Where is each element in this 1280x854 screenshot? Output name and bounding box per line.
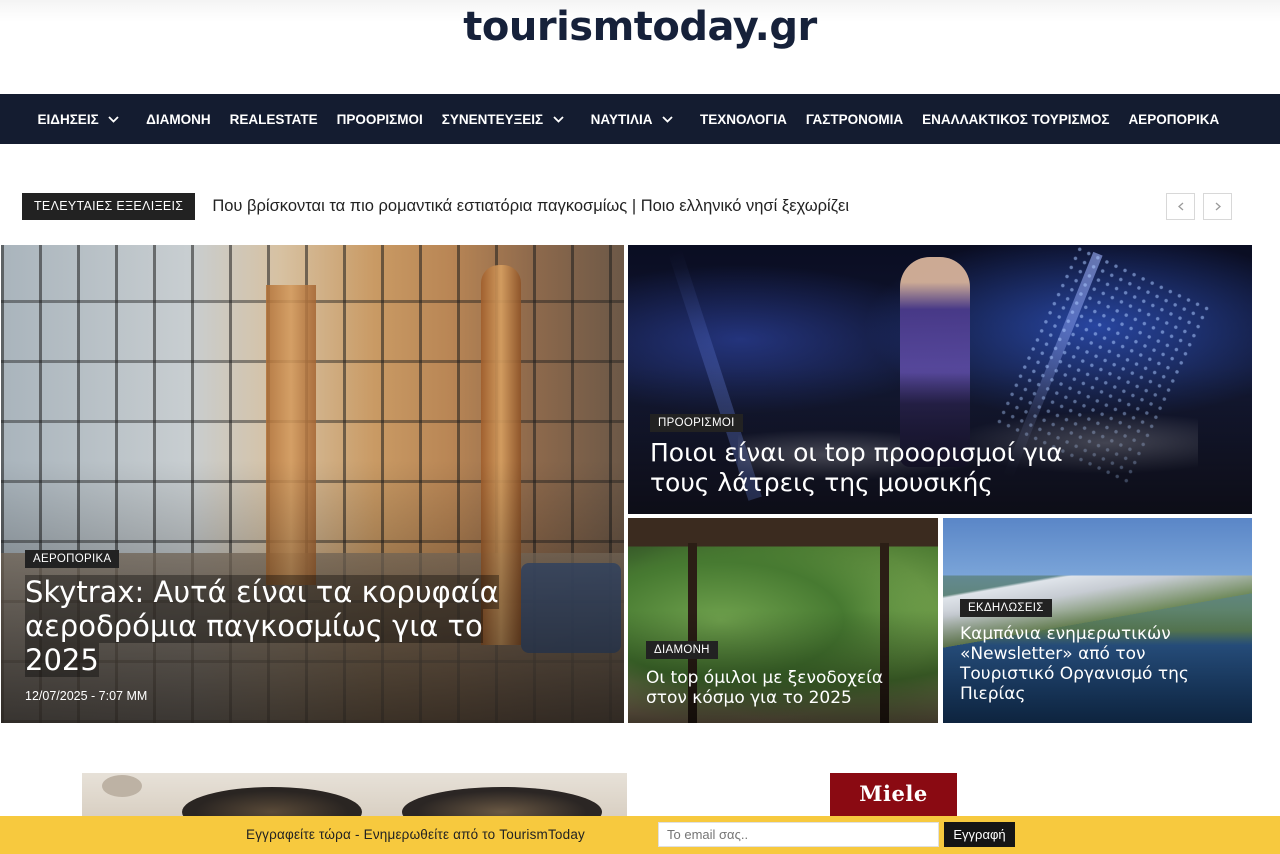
site-header: tourismtoday.gr: [0, 0, 1280, 94]
article-title[interactable]: Οι top όμιλοι με ξενοδοχεία στον κόσμο γ…: [646, 668, 926, 708]
nav-item-label: ΑΕΡΟΠΟΡΙΚΑ: [1128, 111, 1220, 127]
nav-item-label: ΕΙΔΗΣΕΙΣ: [37, 111, 99, 127]
ticker-controls: [1166, 193, 1232, 220]
main-nav: ΕΙΔΗΣΕΙΣ ΔΙΑΜΟΝΗ REALESTATE ΠΡΟΟΡΙΣΜΟΙ Σ…: [0, 94, 1280, 144]
nav-item-news[interactable]: ΕΙΔΗΣΕΙΣ: [28, 94, 137, 144]
ticker-label: ΤΕΛΕΥΤΑΙΕΣ ΕΞΕΛΙΞΕΙΣ: [22, 193, 196, 220]
nav-item-shipping[interactable]: ΝΑΥΤΙΛΙΑ: [581, 94, 690, 144]
featured-article-main[interactable]: ΑΕΡΟΠΟΡΙΚΑ Skytrax: Αυτά είναι τα κορυφα…: [1, 245, 624, 723]
news-ticker: ΤΕΛΕΥΤΑΙΕΣ ΕΞΕΛΙΞΕΙΣ Που βρίσκονται τα π…: [22, 193, 1232, 220]
miele-logo: Miele: [859, 781, 928, 806]
article-date: 12/07/2025 - 7:07 ΜΜ: [25, 689, 148, 703]
featured-article-hotels[interactable]: ΔΙΑΜΟΝΗ Οι top όμιλοι με ξενοδοχεία στον…: [628, 518, 938, 723]
chevron-left-icon: [1177, 200, 1184, 214]
nav-item-label: ΕΝΑΛΛΑΚΤΙΚΟΣ ΤΟΥΡΙΣΜΟΣ: [922, 111, 1110, 127]
nav-item-label: REALESTATE: [229, 111, 318, 127]
nav-item-alternative-tourism[interactable]: ΕΝΑΛΛΑΚΤΙΚΟΣ ΤΟΥΡΙΣΜΟΣ: [913, 94, 1119, 144]
nav-item-label: ΤΕΧΝΟΛΟΓΙΑ: [699, 111, 787, 127]
nav-item-gastronomy[interactable]: ΓΑΣΤΡΟΝΟΜΙΑ: [796, 94, 912, 144]
chevron-down-icon: [551, 112, 565, 126]
category-badge[interactable]: ΕΚΔΗΛΩΣΕΙΣ: [960, 599, 1052, 617]
category-badge[interactable]: ΑΕΡΟΠΟΡΙΚΑ: [25, 550, 120, 568]
chevron-right-icon: [1215, 200, 1221, 214]
newsletter-subscribe-button[interactable]: Εγγραφή: [944, 822, 1015, 847]
newsletter-bar: Εγγραφείτε τώρα - Ενημερωθείτε από το To…: [0, 816, 1280, 854]
nav-item-label: ΣΥΝΕΝΤΕΥΞΕΙΣ: [441, 111, 544, 127]
ticker-next-button[interactable]: [1203, 193, 1232, 220]
chevron-down-icon: [107, 112, 121, 126]
nav-item-aviation[interactable]: ΑΕΡΟΠΟΡΙΚΑ: [1119, 94, 1229, 144]
ticker-prev-button[interactable]: [1166, 193, 1195, 220]
featured-article-music[interactable]: ΠΡΟΟΡΙΣΜΟΙ Ποιοι είναι οι top προορισμοί…: [628, 245, 1252, 514]
article-title[interactable]: Καμπάνια ενημερωτικών «Newsletter» από τ…: [960, 624, 1245, 704]
category-badge[interactable]: ΠΡΟΟΡΙΣΜΟΙ: [650, 414, 743, 432]
nav-item-technology[interactable]: ΤΕΧΝΟΛΟΓΙΑ: [690, 94, 796, 144]
category-badge[interactable]: ΔΙΑΜΟΝΗ: [646, 641, 718, 659]
featured-article-pieria[interactable]: ΕΚΔΗΛΩΣΕΙΣ Καμπάνια ενημερωτικών «Newsle…: [943, 518, 1252, 723]
chevron-down-icon: [660, 112, 674, 126]
article-title[interactable]: Ποιοι είναι οι top προορισμοί για τους λ…: [650, 438, 1120, 497]
nav-item-label: ΠΡΟΟΡΙΣΜΟΙ: [336, 111, 423, 127]
nav-item-label: ΓΑΣΤΡΟΝΟΜΙΑ: [805, 111, 904, 127]
ad-banner-cooktop[interactable]: [82, 773, 627, 818]
article-title[interactable]: Skytrax: Αυτά είναι τα κορυφαία αεροδρόμ…: [25, 575, 545, 678]
nav-item-label: ΔΙΑΜΟΝΗ: [146, 111, 211, 127]
nav-item-destinations[interactable]: ΠΡΟΟΡΙΣΜΟΙ: [327, 94, 432, 144]
nav-item-label: ΝΑΥΤΙΛΙΑ: [590, 111, 653, 127]
nav-item-interviews[interactable]: ΣΥΝΕΝΤΕΥΞΕΙΣ: [432, 94, 581, 144]
nav-item-realestate[interactable]: REALESTATE: [220, 94, 327, 144]
ad-banner-miele[interactable]: Miele: [830, 773, 957, 818]
newsletter-text: Εγγραφείτε τώρα - Ενημερωθείτε από το To…: [246, 827, 585, 842]
nav-item-accommodation[interactable]: ΔΙΑΜΟΝΗ: [137, 94, 220, 144]
site-logo[interactable]: tourismtoday.gr: [0, 4, 1280, 50]
newsletter-email-input[interactable]: [658, 822, 939, 847]
ticker-headline[interactable]: Που βρίσκονται τα πιο ρομαντικά εστιατόρ…: [212, 197, 849, 216]
